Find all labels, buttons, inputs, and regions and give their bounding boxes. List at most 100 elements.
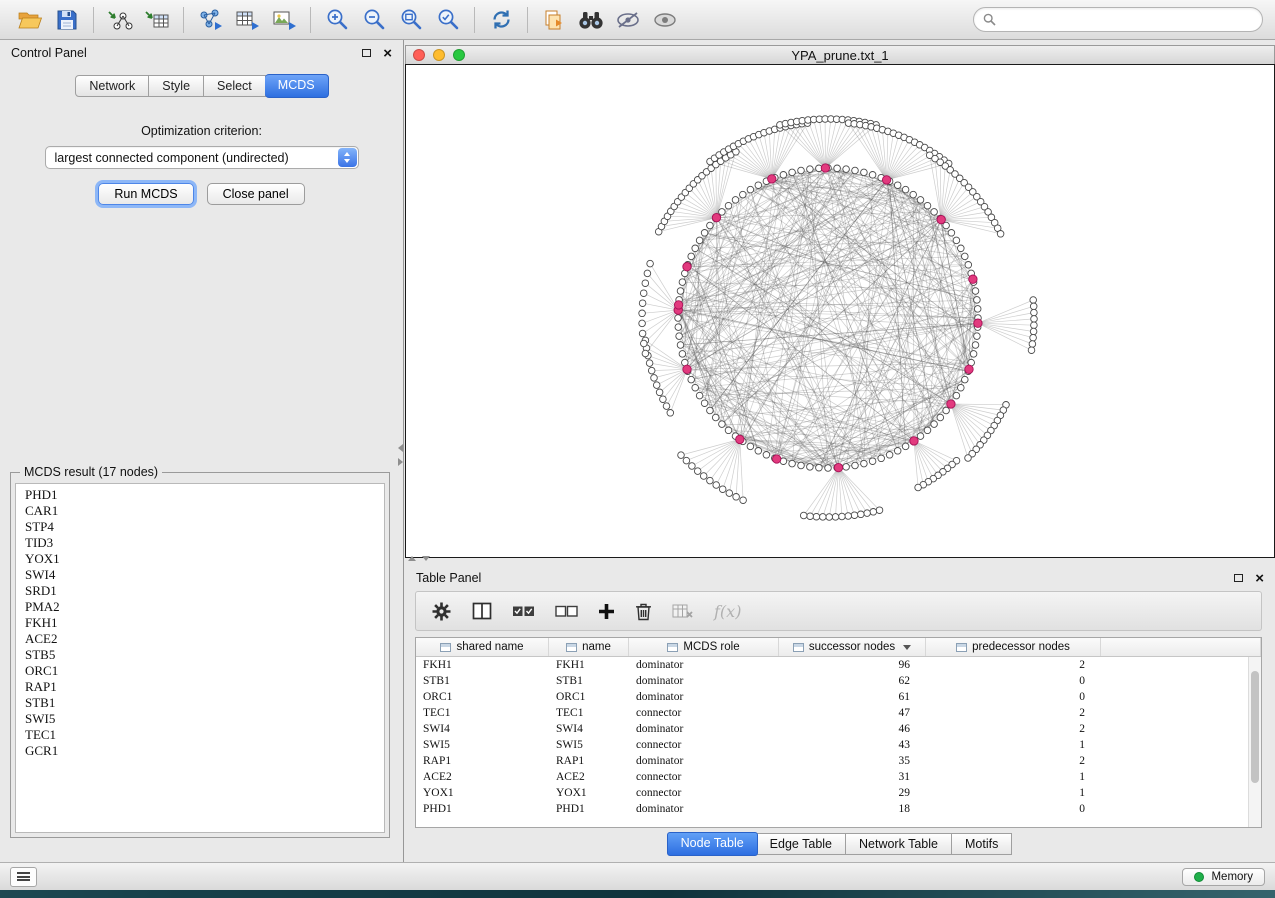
float-table-panel-button[interactable]: [1234, 571, 1243, 585]
cell-successor-nodes[interactable]: 43: [779, 737, 926, 753]
result-item-swi4[interactable]: SWI4: [16, 567, 384, 583]
table-row-swi4[interactable]: SWI4SWI4dominator462: [416, 721, 1261, 737]
cell-shared-name[interactable]: YOX1: [416, 785, 549, 801]
search-input[interactable]: [1002, 13, 1253, 27]
zoom-out-button[interactable]: [356, 4, 392, 36]
network-window-titlebar[interactable]: YPA_prune.txt_1: [405, 45, 1275, 64]
vertical-splitter[interactable]: [398, 444, 405, 466]
cell-shared-name[interactable]: PHD1: [416, 801, 549, 817]
result-item-phd1[interactable]: PHD1: [16, 487, 384, 503]
cell-name[interactable]: ORC1: [549, 689, 629, 705]
cell-successor-nodes[interactable]: 35: [779, 753, 926, 769]
search-field[interactable]: [973, 7, 1263, 32]
result-item-stp4[interactable]: STP4: [16, 519, 384, 535]
column-header-mcds-role[interactable]: MCDS role: [629, 638, 779, 656]
deselect-all-rows-button[interactable]: [555, 603, 578, 619]
tab-node-table[interactable]: Node Table: [667, 832, 758, 856]
save-session-button[interactable]: [49, 4, 85, 36]
cell-shared-name[interactable]: FKH1: [416, 657, 549, 673]
cell-name[interactable]: YOX1: [549, 785, 629, 801]
cell-shared-name[interactable]: SWI5: [416, 737, 549, 753]
cell-mcds-role[interactable]: connector: [629, 785, 779, 801]
zoom-fit-button[interactable]: [393, 4, 429, 36]
result-item-stb1[interactable]: STB1: [16, 695, 384, 711]
zoom-selected-button[interactable]: [430, 4, 466, 36]
cell-predecessor-nodes[interactable]: 2: [926, 657, 1101, 673]
table-row-fkh1[interactable]: FKH1FKH1dominator962: [416, 657, 1261, 673]
cell-successor-nodes[interactable]: 96: [779, 657, 926, 673]
result-item-srd1[interactable]: SRD1: [16, 583, 384, 599]
delete-table-button[interactable]: [672, 603, 694, 619]
cell-name[interactable]: FKH1: [549, 657, 629, 673]
table-row-swi5[interactable]: SWI5SWI5connector431: [416, 737, 1261, 753]
horizontal-splitter[interactable]: [408, 556, 430, 563]
cell-mcds-role[interactable]: connector: [629, 705, 779, 721]
cell-mcds-role[interactable]: dominator: [629, 657, 779, 673]
column-header-successor-nodes[interactable]: successor nodes: [779, 638, 926, 656]
tab-style[interactable]: Style: [149, 75, 204, 97]
table-row-phd1[interactable]: PHD1PHD1dominator180: [416, 801, 1261, 817]
close-panel-button[interactable]: ×: [383, 46, 392, 61]
import-network-button[interactable]: [102, 4, 138, 36]
cell-mcds-role[interactable]: dominator: [629, 689, 779, 705]
cell-mcds-role[interactable]: connector: [629, 769, 779, 785]
cell-shared-name[interactable]: ORC1: [416, 689, 549, 705]
tab-edge-table[interactable]: Edge Table: [757, 833, 846, 855]
close-window-button[interactable]: [413, 49, 425, 61]
first-neighbors-button[interactable]: [573, 4, 609, 36]
cell-shared-name[interactable]: SWI4: [416, 721, 549, 737]
open-session-button[interactable]: [12, 4, 48, 36]
float-panel-button[interactable]: [362, 46, 371, 60]
cell-predecessor-nodes[interactable]: 0: [926, 673, 1101, 689]
delete-column-button[interactable]: [635, 602, 652, 621]
export-image-button[interactable]: [266, 4, 302, 36]
cell-predecessor-nodes[interactable]: 1: [926, 769, 1101, 785]
result-item-ace2[interactable]: ACE2: [16, 631, 384, 647]
table-row-stb1[interactable]: STB1STB1dominator620: [416, 673, 1261, 689]
cell-name[interactable]: ACE2: [549, 769, 629, 785]
scrollbar-thumb[interactable]: [1251, 671, 1259, 783]
table-scrollbar[interactable]: [1248, 657, 1261, 827]
result-item-stb5[interactable]: STB5: [16, 647, 384, 663]
tab-network-table[interactable]: Network Table: [846, 833, 952, 855]
cell-successor-nodes[interactable]: 31: [779, 769, 926, 785]
cell-mcds-role[interactable]: dominator: [629, 753, 779, 769]
tab-motifs[interactable]: Motifs: [952, 833, 1012, 855]
add-column-button[interactable]: [598, 603, 615, 620]
result-item-tec1[interactable]: TEC1: [16, 727, 384, 743]
close-panel-button-mcds[interactable]: Close panel: [207, 183, 305, 205]
cell-predecessor-nodes[interactable]: 2: [926, 705, 1101, 721]
mcds-result-list[interactable]: PHD1CAR1STP4TID3YOX1SWI4SRD1PMA2FKH1ACE2…: [15, 483, 385, 833]
result-item-tid3[interactable]: TID3: [16, 535, 384, 551]
table-row-tec1[interactable]: TEC1TEC1connector472: [416, 705, 1261, 721]
column-header-name[interactable]: name: [549, 638, 629, 656]
export-network-button[interactable]: [192, 4, 228, 36]
select-all-rows-button[interactable]: [512, 603, 535, 619]
cell-successor-nodes[interactable]: 61: [779, 689, 926, 705]
cell-mcds-role[interactable]: dominator: [629, 721, 779, 737]
cell-predecessor-nodes[interactable]: 1: [926, 785, 1101, 801]
split-columns-button[interactable]: [472, 602, 492, 620]
result-item-car1[interactable]: CAR1: [16, 503, 384, 519]
tab-mcds[interactable]: MCDS: [265, 74, 329, 98]
cell-successor-nodes[interactable]: 46: [779, 721, 926, 737]
show-all-button[interactable]: [647, 4, 683, 36]
cell-shared-name[interactable]: STB1: [416, 673, 549, 689]
table-row-yox1[interactable]: YOX1YOX1connector291: [416, 785, 1261, 801]
show-panels-button[interactable]: [10, 867, 37, 887]
refresh-view-button[interactable]: [483, 4, 519, 36]
cell-mcds-role[interactable]: dominator: [629, 801, 779, 817]
criterion-dropdown[interactable]: largest connected component (undirected): [45, 146, 359, 169]
cell-successor-nodes[interactable]: 18: [779, 801, 926, 817]
cell-shared-name[interactable]: TEC1: [416, 705, 549, 721]
column-header-shared-name[interactable]: shared name: [416, 638, 549, 656]
cell-successor-nodes[interactable]: 29: [779, 785, 926, 801]
cell-name[interactable]: STB1: [549, 673, 629, 689]
cell-successor-nodes[interactable]: 62: [779, 673, 926, 689]
function-builder-button[interactable]: f(x): [714, 602, 741, 621]
cell-successor-nodes[interactable]: 47: [779, 705, 926, 721]
cell-predecessor-nodes[interactable]: 0: [926, 801, 1101, 817]
export-document-button[interactable]: [536, 4, 572, 36]
cell-mcds-role[interactable]: dominator: [629, 673, 779, 689]
zoom-in-button[interactable]: [319, 4, 355, 36]
